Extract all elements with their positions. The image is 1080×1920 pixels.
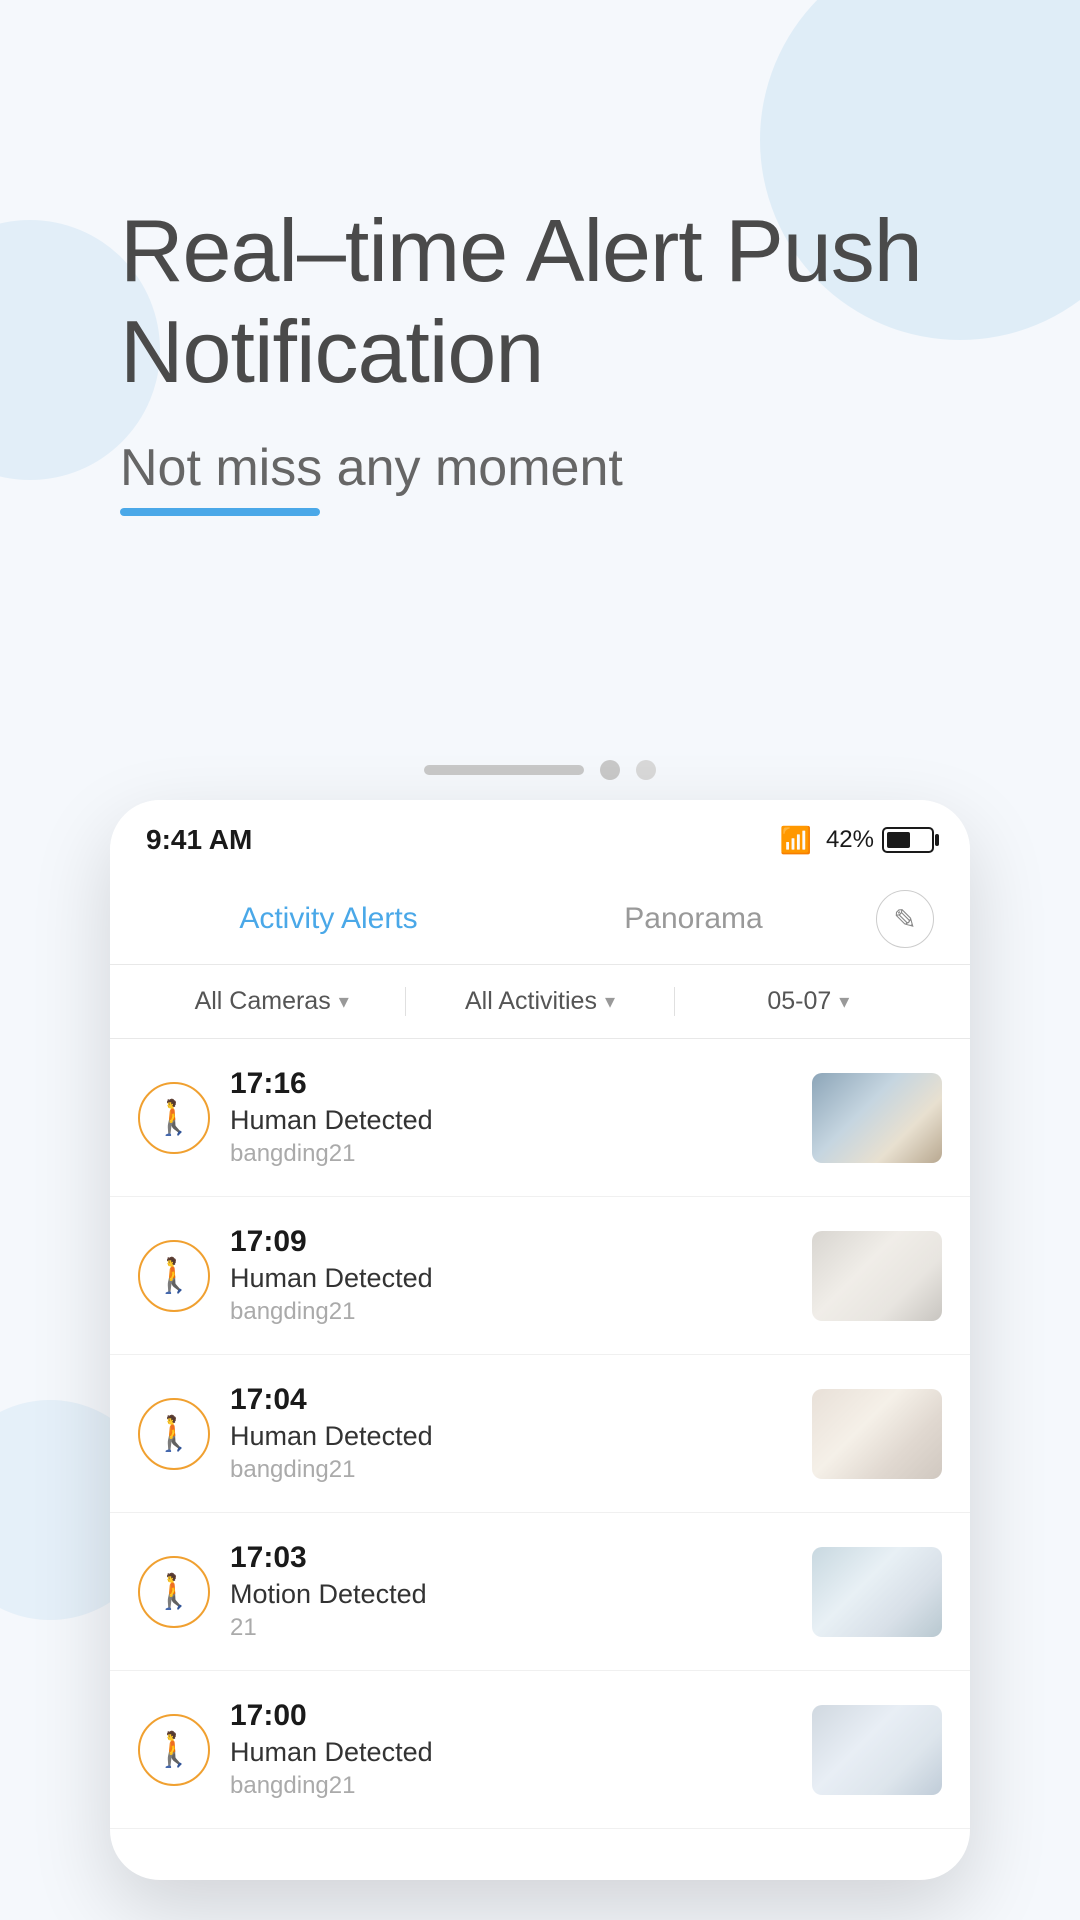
filter-activities[interactable]: All Activities ▾ xyxy=(406,987,674,1016)
human-icon-1: 🚶 xyxy=(138,1082,210,1154)
thumb-image-4 xyxy=(812,1547,942,1637)
chevron-down-icon-3: ▾ xyxy=(839,989,849,1014)
motion-icon-4: 🚶 xyxy=(138,1556,210,1628)
activity-cam-2: bangding21 xyxy=(230,1298,792,1326)
activity-cam-5: bangding21 xyxy=(230,1772,792,1800)
activity-info-1: 17:16 Human Detected bangding21 xyxy=(230,1067,792,1168)
table-row[interactable]: 🚶 17:16 Human Detected bangding21 xyxy=(110,1039,970,1197)
thumb-image-1 xyxy=(812,1073,942,1163)
battery-percent: 42% xyxy=(826,826,874,854)
human-icon-2: 🚶 xyxy=(138,1240,210,1312)
activity-cam-3: bangding21 xyxy=(230,1456,792,1484)
chevron-down-icon-2: ▾ xyxy=(605,989,615,1014)
tab-panorama[interactable]: Panorama xyxy=(511,894,876,944)
tab-activity-alerts[interactable]: Activity Alerts xyxy=(146,894,511,944)
table-row[interactable]: 🚶 17:00 Human Detected bangding21 xyxy=(110,1671,970,1829)
battery-fill xyxy=(887,832,910,848)
activity-thumb-3 xyxy=(812,1389,942,1479)
activity-list: 🚶 17:16 Human Detected bangding21 🚶 17:0… xyxy=(110,1039,970,1829)
battery-bar xyxy=(882,827,934,853)
filter-bar: All Cameras ▾ All Activities ▾ 05-07 ▾ xyxy=(110,965,970,1039)
activity-time-3: 17:04 xyxy=(230,1383,792,1417)
activity-cam-1: bangding21 xyxy=(230,1140,792,1168)
chevron-down-icon-1: ▾ xyxy=(339,989,349,1014)
table-row[interactable]: 🚶 17:04 Human Detected bangding21 xyxy=(110,1355,970,1513)
thumb-image-3 xyxy=(812,1389,942,1479)
activity-time-2: 17:09 xyxy=(230,1225,792,1259)
pagination xyxy=(424,760,656,780)
edit-button[interactable]: ✎ xyxy=(876,890,934,948)
tabs: Activity Alerts Panorama ✎ xyxy=(110,874,970,965)
activity-type-1: Human Detected xyxy=(230,1105,792,1136)
activity-type-5: Human Detected xyxy=(230,1737,792,1768)
activity-time-5: 17:00 xyxy=(230,1699,792,1733)
filter-date-label: 05-07 xyxy=(767,987,831,1016)
table-row[interactable]: 🚶 17:03 Motion Detected 21 xyxy=(110,1513,970,1671)
filter-cameras[interactable]: All Cameras ▾ xyxy=(138,987,406,1016)
thumb-image-5 xyxy=(812,1705,942,1795)
header-section: Real–time Alert Push Notification Not mi… xyxy=(120,200,1020,498)
activity-type-2: Human Detected xyxy=(230,1263,792,1294)
page-dot-1 xyxy=(600,760,620,780)
edit-icon: ✎ xyxy=(893,903,916,936)
subtitle: Not miss any moment xyxy=(120,438,623,498)
status-bar: 9:41 AM 📶 42% xyxy=(110,800,970,874)
activity-info-3: 17:04 Human Detected bangding21 xyxy=(230,1383,792,1484)
activity-type-3: Human Detected xyxy=(230,1421,792,1452)
human-icon-3: 🚶 xyxy=(138,1398,210,1470)
activity-cam-4: 21 xyxy=(230,1614,792,1642)
activity-info-4: 17:03 Motion Detected 21 xyxy=(230,1541,792,1642)
filter-cameras-label: All Cameras xyxy=(195,987,331,1016)
activity-type-4: Motion Detected xyxy=(230,1579,792,1610)
status-time: 9:41 AM xyxy=(146,824,252,856)
activity-thumb-1 xyxy=(812,1073,942,1163)
wifi-icon: 📶 xyxy=(780,825,812,856)
status-right: 📶 42% xyxy=(780,825,934,856)
battery-info: 42% xyxy=(826,826,934,854)
activity-time-1: 17:16 xyxy=(230,1067,792,1101)
thumb-image-2 xyxy=(812,1231,942,1321)
table-row[interactable]: 🚶 17:09 Human Detected bangding21 xyxy=(110,1197,970,1355)
page-dot-2 xyxy=(636,760,656,780)
activity-info-5: 17:00 Human Detected bangding21 xyxy=(230,1699,792,1800)
activity-time-4: 17:03 xyxy=(230,1541,792,1575)
page-bar xyxy=(424,765,584,775)
phone-mockup: 9:41 AM 📶 42% Activity Alerts Panorama ✎… xyxy=(110,800,970,1880)
human-icon-5: 🚶 xyxy=(138,1714,210,1786)
filter-activities-label: All Activities xyxy=(465,987,597,1016)
activity-thumb-4 xyxy=(812,1547,942,1637)
activity-info-2: 17:09 Human Detected bangding21 xyxy=(230,1225,792,1326)
activity-thumb-5 xyxy=(812,1705,942,1795)
activity-thumb-2 xyxy=(812,1231,942,1321)
main-title: Real–time Alert Push Notification xyxy=(120,200,1020,402)
filter-date[interactable]: 05-07 ▾ xyxy=(675,987,942,1016)
